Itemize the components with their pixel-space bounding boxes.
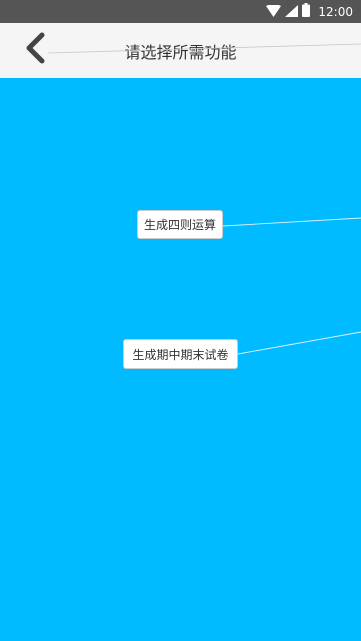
battery-icon [302, 2, 311, 21]
back-button[interactable] [18, 32, 52, 68]
status-icons: 12:00 [266, 0, 353, 23]
toolbar: 请选择所需功能 [0, 23, 361, 78]
generate-exam-paper-button[interactable]: 生成期中期末试卷 [123, 339, 238, 369]
function-panel: 生成四则运算 生成期中期末试卷 [0, 78, 361, 641]
status-time: 12:00 [318, 4, 353, 19]
generate-arithmetic-button[interactable]: 生成四则运算 [137, 210, 223, 239]
status-bar: 12:00 [0, 0, 361, 23]
wifi-icon [266, 2, 282, 21]
page-title: 请选择所需功能 [124, 42, 237, 62]
signal-icon [285, 2, 299, 21]
chevron-left-icon [24, 32, 46, 68]
